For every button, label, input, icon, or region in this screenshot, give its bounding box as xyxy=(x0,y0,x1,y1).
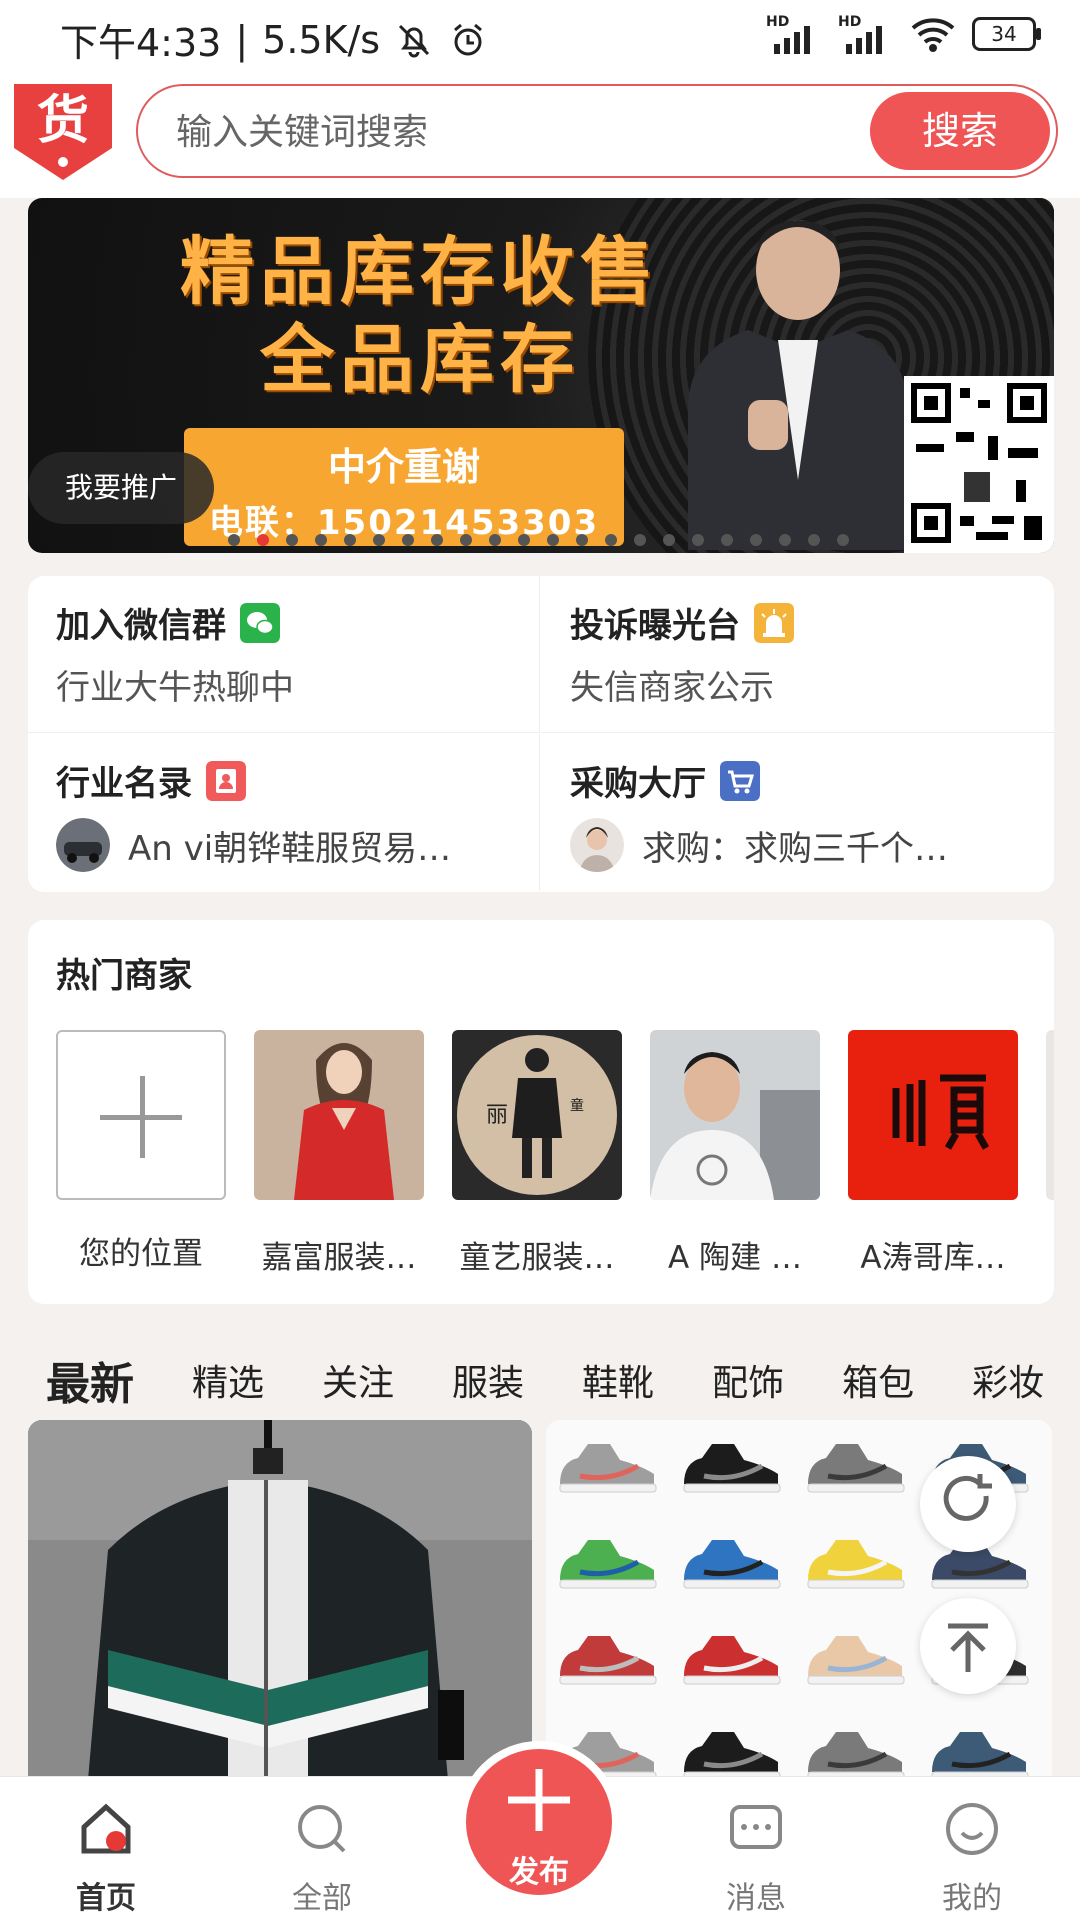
search-button[interactable]: 搜索 xyxy=(870,92,1050,170)
refresh-icon xyxy=(943,1474,992,1521)
banner-dot[interactable] xyxy=(605,534,617,546)
merchant-item[interactable]: 丽童 童艺服装… xyxy=(452,1030,622,1277)
banner-dot[interactable] xyxy=(779,534,791,546)
merchant-item-location[interactable]: 您的位置 xyxy=(56,1030,226,1277)
banner-dot[interactable] xyxy=(286,534,298,546)
tab-category[interactable]: 箱包 xyxy=(842,1354,914,1406)
network-speed: 5.5K/s xyxy=(262,17,381,62)
banner-dot[interactable] xyxy=(663,534,675,546)
directory-entry[interactable]: 行业名录 An vi朝铧鞋服贸易… xyxy=(28,734,540,891)
status-time: 下午4:33 xyxy=(60,21,222,65)
nav-home[interactable]: 首页 xyxy=(36,1777,176,1917)
search-input[interactable] xyxy=(174,86,798,178)
status-left: 下午4:33 | 5.5K/s xyxy=(60,12,488,67)
smiley-icon xyxy=(946,1803,998,1855)
banner-dot[interactable] xyxy=(257,534,269,546)
quick-entry-grid: 加入微信群 行业大牛热聊中 投诉曝光台 失信商家公示 行业名录 An vi朝铧鞋… xyxy=(28,576,1054,892)
merchant-item[interactable]: A涛哥库… xyxy=(848,1030,1018,1277)
tab-category[interactable]: 鞋靴 xyxy=(582,1354,654,1406)
bottom-nav: 首页 全部 发布 消息 我的 xyxy=(0,1741,1080,1921)
complaint-entry[interactable]: 投诉曝光台 失信商家公示 xyxy=(542,576,1054,733)
svg-text:货: 货 xyxy=(37,91,89,151)
category-tabs: 最新 精选 关注 服装 鞋靴 配饰 箱包 彩妆 xyxy=(0,1350,1080,1410)
contact-card-icon xyxy=(206,760,246,801)
merchant-avatar xyxy=(254,1030,424,1200)
purchase-hall-entry[interactable]: 采购大厅 求购：求购三千个… xyxy=(542,734,1054,891)
tab-category[interactable]: 最新 xyxy=(46,1350,134,1410)
refresh-button[interactable] xyxy=(920,1456,1016,1552)
banner-dot[interactable] xyxy=(750,534,762,546)
banner-contact: 中介重谢 电联：15021453303 xyxy=(184,428,624,546)
mute-notification-icon xyxy=(399,24,430,57)
qr-code-image xyxy=(904,376,1054,553)
banner-dot[interactable] xyxy=(228,534,240,546)
back-to-top-button[interactable] xyxy=(920,1598,1016,1694)
wechat-icon xyxy=(240,602,280,643)
promote-button[interactable]: 我要推广 xyxy=(28,452,214,524)
signal-hd-icon-2: HD xyxy=(838,14,894,54)
feed-card[interactable] xyxy=(28,1420,532,1780)
home-icon xyxy=(81,1803,131,1854)
alarm-clock-icon xyxy=(454,23,483,55)
add-icon xyxy=(56,1030,226,1200)
nav-messages[interactable]: 消息 xyxy=(686,1777,826,1917)
merchant-avatar xyxy=(650,1030,820,1200)
merchant-item[interactable]: A 陶建 … xyxy=(650,1030,820,1277)
banner-dot[interactable] xyxy=(402,534,414,546)
banner-person-image xyxy=(688,220,908,550)
alarm-icon xyxy=(754,602,794,643)
banner-dot[interactable] xyxy=(721,534,733,546)
feed-card[interactable] xyxy=(546,1420,1052,1780)
status-bar: 下午4:33 | 5.5K/s HD HD 34 xyxy=(0,0,1080,80)
message-icon xyxy=(730,1805,782,1849)
merchant-avatar xyxy=(1046,1030,1054,1200)
product-image xyxy=(28,1420,532,1780)
tab-category[interactable]: 服装 xyxy=(452,1354,524,1406)
banner-dot[interactable] xyxy=(547,534,559,546)
plus-icon xyxy=(508,1769,570,1831)
section-title: 热门商家 xyxy=(56,956,192,996)
banner-dot[interactable] xyxy=(808,534,820,546)
nav-all[interactable]: 全部 xyxy=(252,1777,392,1917)
tab-category[interactable]: 精选 xyxy=(192,1354,264,1406)
banner-dot[interactable] xyxy=(315,534,327,546)
search-icon xyxy=(298,1805,346,1853)
publish-button[interactable]: 发布 xyxy=(458,1741,620,1903)
wechat-group-entry[interactable]: 加入微信群 行业大牛热聊中 xyxy=(28,576,540,733)
banner-dot[interactable] xyxy=(489,534,501,546)
svg-text:童: 童 xyxy=(570,1097,584,1114)
arrow-up-icon xyxy=(948,1623,988,1672)
avatar xyxy=(570,818,624,872)
banner-dot[interactable] xyxy=(344,534,356,546)
status-right: HD HD 34 xyxy=(766,14,1041,54)
cart-icon xyxy=(720,760,760,801)
app-logo-icon: 货 xyxy=(14,84,112,180)
tab-category[interactable]: 彩妆 xyxy=(972,1354,1044,1406)
battery-icon: 34 xyxy=(972,17,1041,51)
banner-dot[interactable] xyxy=(460,534,472,546)
signal-hd-icon: HD xyxy=(766,14,822,54)
banner-dot[interactable] xyxy=(576,534,588,546)
merchant-item[interactable] xyxy=(1046,1030,1054,1277)
tab-category[interactable]: 关注 xyxy=(322,1354,394,1406)
banner-dot[interactable] xyxy=(634,534,646,546)
tab-category[interactable]: 配饰 xyxy=(712,1354,784,1406)
banner-dot[interactable] xyxy=(373,534,385,546)
svg-text:丽: 丽 xyxy=(486,1103,508,1128)
hot-merchants-section: 热门商家 您的位置 嘉富服装… 丽童 童艺服装… A 陶建 … A涛哥库… xyxy=(28,920,1054,1304)
banner-pagination xyxy=(228,534,849,546)
banner-title: 精品库存收售 全品库存 xyxy=(180,229,660,403)
header: 货 搜索 xyxy=(0,80,1080,198)
banner-dot[interactable] xyxy=(692,534,704,546)
merchant-item[interactable]: 嘉富服装… xyxy=(254,1030,424,1277)
merchant-avatar: 丽童 xyxy=(452,1030,622,1200)
banner-dot[interactable] xyxy=(837,534,849,546)
banner-dot[interactable] xyxy=(431,534,443,546)
search-bar: 搜索 xyxy=(136,84,1058,178)
merchant-avatar xyxy=(848,1030,1018,1200)
avatar xyxy=(56,818,110,872)
wifi-icon xyxy=(911,18,955,52)
nav-mine[interactable]: 我的 xyxy=(902,1777,1042,1917)
banner-dot[interactable] xyxy=(518,534,530,546)
